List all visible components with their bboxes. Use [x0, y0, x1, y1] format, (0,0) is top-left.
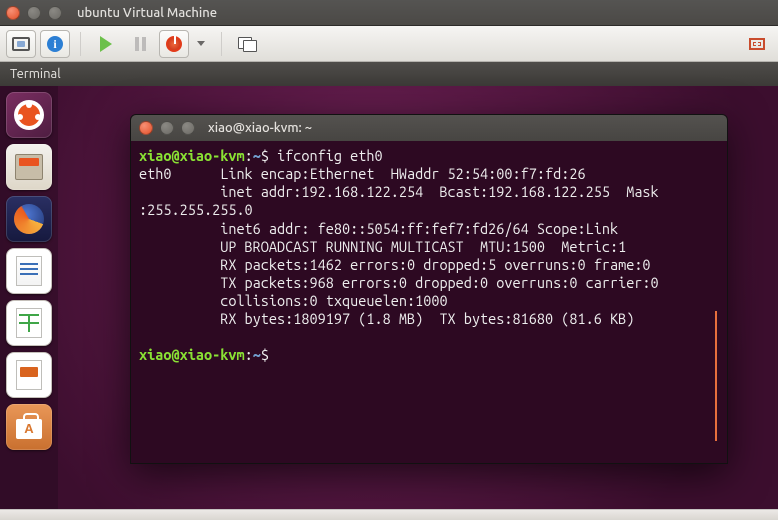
launcher-impress[interactable] [6, 352, 52, 398]
firefox-icon [14, 204, 44, 234]
poweroff-vm-button[interactable] [159, 30, 189, 58]
prompt-dollar: $ [261, 346, 269, 363]
play-icon [100, 36, 112, 52]
minimize-icon[interactable] [27, 6, 41, 20]
prompt-user: xiao@xiao-kvm [139, 147, 245, 164]
close-icon[interactable] [139, 121, 153, 135]
spreadsheet-icon [16, 308, 42, 338]
terminal-titlebar[interactable]: xiao@xiao-kvm: ~ [131, 115, 727, 141]
host-titlebar: ubuntu Virtual Machine [0, 0, 778, 26]
unity-launcher [0, 86, 58, 509]
text-cursor-icon [715, 311, 717, 441]
shopping-bag-icon [16, 419, 42, 439]
pause-icon [135, 37, 146, 51]
maximize-icon[interactable] [181, 121, 195, 135]
prompt-dollar: $ [261, 147, 269, 164]
chevron-down-icon [197, 41, 205, 46]
launcher-firefox[interactable] [6, 196, 52, 242]
terminal-command: ifconfig eth0 [269, 147, 383, 164]
switch-view-button[interactable] [232, 30, 262, 58]
terminal-title: xiao@xiao-kvm: ~ [208, 121, 312, 135]
minimize-icon[interactable] [160, 121, 174, 135]
vm-desktop[interactable]: Terminal xiao@xiao-kvm: ~ xiao@xiao-kvm:… [0, 62, 778, 509]
toolbar-separator [221, 32, 222, 56]
poweroff-menu-button[interactable] [193, 30, 211, 58]
launcher-dash[interactable] [6, 92, 52, 138]
terminal-window[interactable]: xiao@xiao-kvm: ~ xiao@xiao-kvm:~$ ifconf… [130, 114, 728, 464]
prompt-user: xiao@xiao-kvm [139, 346, 245, 363]
close-icon[interactable] [6, 6, 20, 20]
presentation-icon [16, 360, 42, 390]
launcher-writer[interactable] [6, 248, 52, 294]
start-vm-button[interactable] [91, 30, 121, 58]
prompt-path: ~ [253, 147, 261, 164]
prompt-colon: : [245, 147, 253, 164]
launcher-software[interactable] [6, 404, 52, 450]
ubuntu-logo-icon [14, 100, 44, 130]
toolbar-separator [80, 32, 81, 56]
host-toolbar: i [0, 26, 778, 62]
info-button[interactable]: i [40, 30, 70, 58]
monitor-icon [12, 37, 30, 51]
prompt-path: ~ [253, 346, 261, 363]
fullscreen-icon [749, 38, 765, 50]
maximize-icon[interactable] [48, 6, 62, 20]
host-bottom-bar [0, 509, 778, 520]
launcher-files[interactable] [6, 144, 52, 190]
info-icon: i [47, 36, 63, 52]
terminal-body[interactable]: xiao@xiao-kvm:~$ ifconfig eth0 eth0 Link… [131, 141, 727, 463]
fullscreen-button[interactable] [742, 30, 772, 58]
document-icon [16, 256, 42, 286]
vm-menubar[interactable]: Terminal [0, 62, 778, 86]
files-icon [15, 154, 43, 180]
host-window-title: ubuntu Virtual Machine [77, 6, 217, 20]
windows-icon [238, 37, 256, 51]
menubar-app-name: Terminal [10, 67, 61, 81]
launcher-calc[interactable] [6, 300, 52, 346]
power-icon [166, 36, 182, 52]
pause-vm-button[interactable] [125, 30, 155, 58]
console-button[interactable] [6, 30, 36, 58]
terminal-output: eth0 Link encap:Ethernet HWaddr 52:54:00… [139, 165, 659, 327]
prompt-colon: : [245, 346, 253, 363]
